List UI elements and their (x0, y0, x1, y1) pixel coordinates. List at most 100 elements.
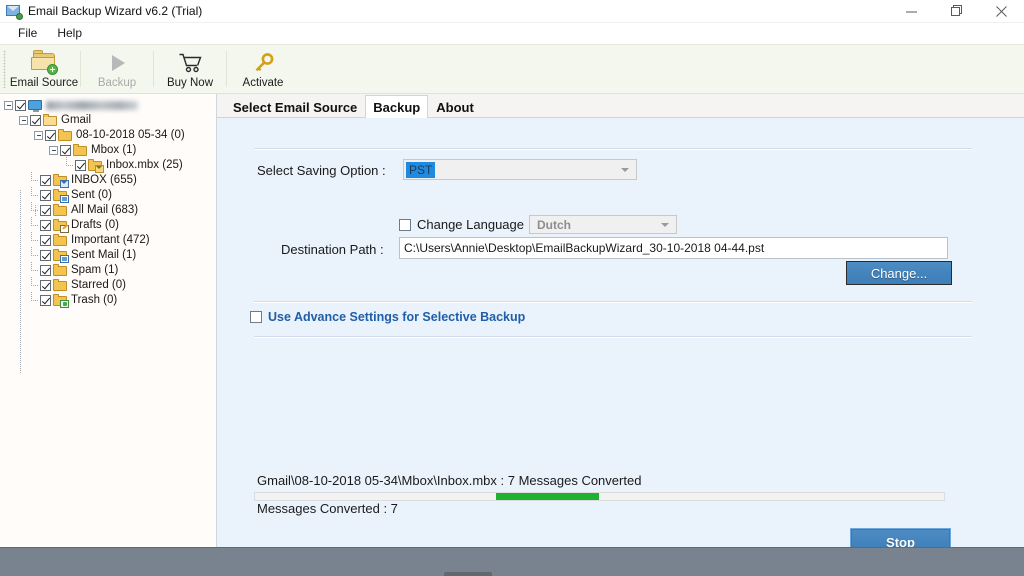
tree-checkbox[interactable] (60, 145, 71, 156)
restore-icon[interactable] (934, 0, 979, 22)
tree-checkbox[interactable] (45, 130, 56, 141)
folder-icon (53, 204, 68, 217)
tree-node-date-folder[interactable]: 08-10-2018 05-34 (0) (0, 128, 216, 143)
menu-help[interactable]: Help (47, 24, 92, 42)
tree-node-label: Starred (0) (71, 279, 126, 291)
tree-guide-line (29, 247, 40, 263)
tree-node-label: Important (472) (71, 234, 150, 246)
main-body: Gmail 08-10-2018 05-34 (0) Mbox (1) Inbo… (0, 94, 1024, 556)
tree-checkbox[interactable] (40, 175, 51, 186)
menu-file[interactable]: File (8, 24, 47, 42)
advance-settings-label: Use Advance Settings for Selective Backu… (268, 310, 526, 324)
chevron-collapse-icon[interactable] (19, 116, 28, 125)
tab-about[interactable]: About (428, 96, 482, 117)
chevron-collapse-icon[interactable] (49, 146, 58, 155)
tree-node-gmail[interactable]: Gmail (0, 113, 216, 128)
folder-icon (53, 279, 68, 292)
saving-option-dropdown[interactable]: PST (403, 159, 637, 180)
tab-select-email-source[interactable]: Select Email Source (225, 96, 365, 117)
tree-node-inbox-mbx[interactable]: Inbox.mbx (25) (0, 157, 216, 173)
progress-current-item: Gmail\08-10-2018 05-34\Mbox\Inbox.mbx : … (257, 473, 642, 488)
application-window: Email Backup Wizard v6.2 (Trial) File He… (0, 0, 1024, 576)
toolbar-label-backup: Backup (97, 76, 137, 89)
window-title: Email Backup Wizard v6.2 (Trial) (28, 4, 203, 18)
advance-settings-checkbox[interactable] (250, 311, 262, 323)
progress-summary: Messages Converted : 7 (257, 501, 398, 516)
tree-node-label: Drafts (0) (71, 219, 119, 231)
toolbar-button-email-source[interactable]: Email Source (10, 47, 78, 91)
tree-node-trash[interactable]: Trash (0) (0, 292, 216, 308)
tree-checkbox[interactable] (40, 295, 51, 306)
folder-sent-icon (53, 189, 69, 203)
language-value: Dutch (537, 217, 571, 232)
toolbar: Email Source Backup Buy Now Activate (0, 44, 1024, 94)
close-icon[interactable] (979, 0, 1024, 22)
tree-node-starred[interactable]: Starred (0) (0, 277, 216, 293)
tree-checkbox[interactable] (40, 220, 51, 231)
section-divider (254, 336, 972, 338)
toolbar-button-buy-now[interactable]: Buy Now (156, 47, 224, 91)
tree-node-label: Inbox.mbx (25) (106, 159, 183, 171)
tree-node-important[interactable]: Important (472) (0, 232, 216, 248)
toolbar-separator (153, 51, 154, 87)
tree-checkbox[interactable] (15, 100, 26, 111)
chevron-down-icon (621, 167, 629, 172)
tree-node-label (46, 101, 138, 110)
change-button[interactable]: Change... (846, 261, 952, 285)
tree-checkbox[interactable] (40, 280, 51, 291)
key-icon (249, 52, 277, 74)
email-source-tree: Gmail 08-10-2018 05-34 (0) Mbox (1) Inbo… (0, 94, 217, 547)
tree-node-sent-mail[interactable]: Sent Mail (1) (0, 247, 216, 263)
change-language-checkbox[interactable] (399, 218, 411, 231)
folder-icon (58, 129, 73, 142)
tree-node-mbox[interactable]: Mbox (1) (0, 143, 216, 158)
tree-node-label: Spam (1) (71, 264, 119, 276)
advance-settings-row: Use Advance Settings for Selective Backu… (250, 310, 525, 324)
tree-checkbox[interactable] (40, 265, 51, 276)
tree-guide-line (29, 262, 40, 278)
toolbar-button-activate[interactable]: Activate (229, 47, 297, 91)
tree-node-inbox[interactable]: INBOX (655) (0, 172, 216, 188)
tree-checkbox[interactable] (40, 205, 51, 216)
tree-checkbox[interactable] (40, 235, 51, 246)
tree-node-label: Mbox (1) (91, 144, 137, 156)
envelope-app-icon (6, 3, 23, 20)
folder-mbx-icon (88, 159, 104, 173)
destination-path-label: Destination Path : (281, 242, 384, 257)
toolbar-button-backup[interactable]: Backup (83, 47, 151, 91)
chevron-collapse-icon[interactable] (34, 131, 43, 140)
folder-icon (73, 144, 88, 157)
tree-checkbox[interactable] (40, 250, 51, 261)
menu-bar: File Help (0, 23, 1024, 44)
chevron-collapse-icon[interactable] (4, 101, 13, 110)
minimize-icon[interactable] (889, 0, 934, 22)
section-divider (254, 301, 972, 303)
tree-node-spam[interactable]: Spam (1) (0, 262, 216, 278)
tab-strip: Select Email Source Backup About (217, 94, 1024, 118)
section-divider (254, 148, 972, 150)
toolbar-separator (80, 51, 81, 87)
tree-node-label: Trash (0) (71, 294, 118, 306)
tree-node-label: Sent Mail (1) (71, 249, 137, 261)
bottom-bar-notch (444, 572, 492, 576)
tree-checkbox[interactable] (40, 190, 51, 201)
tree-checkbox[interactable] (30, 115, 41, 126)
tree-node-sent[interactable]: Sent (0) (0, 187, 216, 203)
monitor-icon (28, 99, 43, 112)
tree-node-label: 08-10-2018 05-34 (0) (76, 129, 185, 141)
tree-node-root[interactable] (0, 98, 216, 113)
folder-icon (53, 264, 68, 277)
cart-icon (176, 52, 204, 74)
tree-guide-line (29, 172, 40, 188)
title-bar: Email Backup Wizard v6.2 (Trial) (0, 0, 1024, 23)
tree-node-all-mail[interactable]: All Mail (683) (0, 202, 216, 218)
tree-node-label: Gmail (61, 114, 92, 126)
tree-checkbox[interactable] (75, 160, 86, 171)
tree-node-drafts[interactable]: Drafts (0) (0, 217, 216, 233)
destination-path-input[interactable]: C:\Users\Annie\Desktop\EmailBackupWizard… (399, 237, 948, 259)
tab-backup[interactable]: Backup (365, 95, 429, 118)
tree-guide-line (29, 202, 40, 218)
tree-guide-line (64, 157, 75, 173)
language-dropdown[interactable]: Dutch (529, 215, 677, 234)
play-icon (103, 52, 131, 74)
